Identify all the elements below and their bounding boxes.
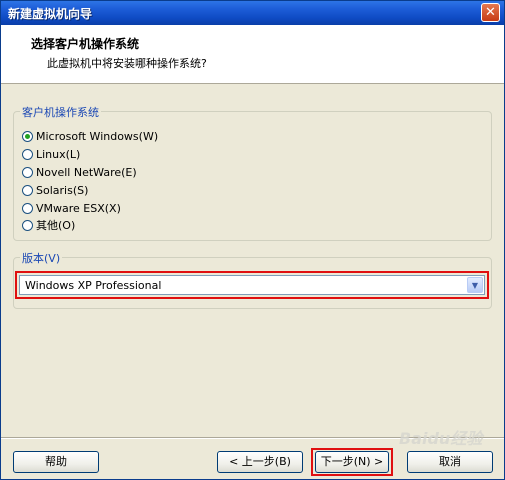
cancel-button[interactable]: 取消 bbox=[407, 451, 493, 473]
radio-other[interactable]: 其他(O) bbox=[22, 217, 75, 233]
version-legend: 版本(V) bbox=[20, 250, 63, 266]
version-select-value: Windows XP Professional bbox=[25, 279, 162, 292]
radio-novell-netware[interactable]: Novell NetWare(E) bbox=[22, 164, 137, 180]
radio-solaris[interactable]: Solaris(S) bbox=[22, 182, 88, 198]
chevron-down-icon[interactable]: ▼ bbox=[467, 277, 483, 293]
guest-os-group: 客户机操作系统 Microsoft Windows(W) Linux(L) No… bbox=[13, 104, 492, 241]
title-bar[interactable]: 新建虚拟机向导 ✕ bbox=[1, 1, 504, 25]
radio-vmware-esx[interactable]: VMware ESX(X) bbox=[22, 200, 121, 216]
radio-icon bbox=[22, 202, 33, 214]
radio-icon bbox=[22, 184, 33, 196]
radio-selected-icon bbox=[22, 130, 33, 142]
radio-label: 其他(O) bbox=[36, 219, 76, 232]
page-title: 选择客户机操作系统 bbox=[31, 37, 140, 51]
wizard-window: 新建虚拟机向导 ✕ 选择客户机操作系统 此虚拟机中将安装哪种操作系统? 客户机操… bbox=[0, 0, 505, 480]
next-button[interactable]: 下一步(N) > bbox=[315, 451, 389, 473]
radio-icon bbox=[22, 166, 33, 178]
radio-label: Novell NetWare(E) bbox=[36, 165, 137, 179]
radio-icon bbox=[22, 219, 33, 231]
radio-microsoft-windows[interactable]: Microsoft Windows(W) bbox=[22, 128, 158, 144]
radio-label: Microsoft Windows(W) bbox=[36, 129, 159, 143]
help-button[interactable]: 帮助 bbox=[13, 451, 99, 473]
back-button[interactable]: < 上一步(B) bbox=[217, 451, 303, 473]
radio-icon bbox=[22, 148, 33, 160]
window-title: 新建虚拟机向导 bbox=[8, 7, 93, 21]
version-select[interactable]: Windows XP Professional ▼ bbox=[19, 275, 485, 295]
watermark-logo: Baidu经验 bbox=[399, 429, 483, 448]
page-subtitle: 此虚拟机中将安装哪种操作系统? bbox=[47, 57, 207, 70]
close-icon[interactable]: ✕ bbox=[481, 3, 500, 22]
guest-os-legend: 客户机操作系统 bbox=[20, 104, 101, 120]
radio-label: Solaris(S) bbox=[36, 183, 89, 197]
wizard-header: 选择客户机操作系统 此虚拟机中将安装哪种操作系统? bbox=[1, 25, 504, 84]
radio-label: VMware ESX(X) bbox=[36, 201, 121, 215]
radio-linux[interactable]: Linux(L) bbox=[22, 146, 80, 162]
radio-label: Linux(L) bbox=[36, 147, 81, 161]
